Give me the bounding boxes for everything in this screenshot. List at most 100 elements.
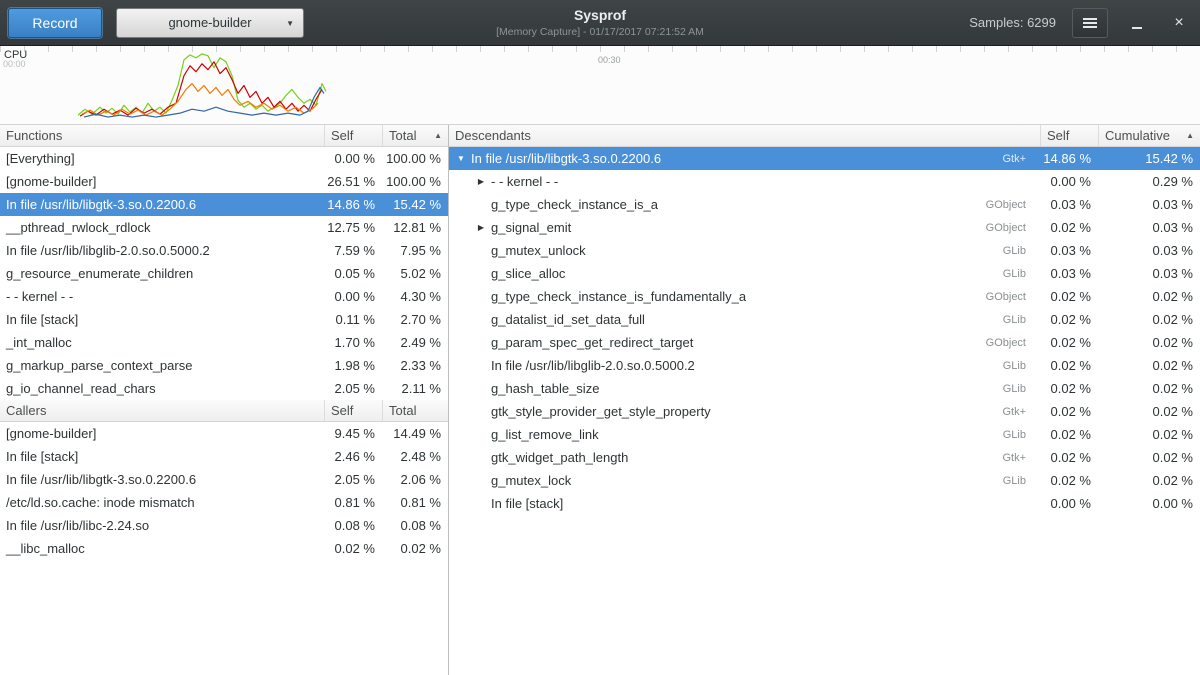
total-percent: 100.00 % bbox=[382, 151, 448, 166]
function-name: g_hash_table_size bbox=[489, 381, 1003, 396]
function-name: g_slice_alloc bbox=[489, 266, 1003, 281]
function-name: g_resource_enumerate_children bbox=[0, 266, 324, 281]
functions-column-headers: Functions Self Total ▲ bbox=[0, 125, 448, 147]
function-name: In file /usr/lib/libc-2.24.so bbox=[0, 518, 324, 533]
functions-self-column-header[interactable]: Self bbox=[324, 125, 382, 146]
table-row[interactable]: g_io_channel_read_chars2.05 %2.11 % bbox=[0, 377, 448, 400]
descendants-row[interactable]: g_type_check_instance_is_fundamentally_a… bbox=[449, 285, 1200, 308]
descendants-row[interactable]: ▶- - kernel - -0.00 %0.29 % bbox=[449, 170, 1200, 193]
close-button[interactable]: × bbox=[1166, 8, 1192, 38]
callers-list: [gnome-builder]9.45 %14.49 %In file [sta… bbox=[0, 422, 448, 560]
library-tag: Gtk+ bbox=[1002, 452, 1040, 464]
library-tag: GLib bbox=[1003, 429, 1040, 441]
self-percent: 0.11 % bbox=[324, 312, 382, 327]
self-percent: 26.51 % bbox=[324, 174, 382, 189]
record-button[interactable]: Record bbox=[8, 8, 102, 38]
total-percent: 14.49 % bbox=[382, 426, 448, 441]
hamburger-icon bbox=[1083, 18, 1097, 28]
page-title: Sysprof bbox=[574, 7, 626, 23]
self-percent: 0.02 % bbox=[1040, 289, 1098, 304]
descendants-row[interactable]: g_mutex_unlockGLib0.03 %0.03 % bbox=[449, 239, 1200, 262]
table-row[interactable]: __pthread_rwlock_rdlock12.75 %12.81 % bbox=[0, 216, 448, 239]
descendants-cumulative-column-header[interactable]: Cumulative ▲ bbox=[1098, 125, 1200, 146]
total-percent: 100.00 % bbox=[382, 174, 448, 189]
table-row[interactable]: __libc_malloc0.02 %0.02 % bbox=[0, 537, 448, 560]
descendants-column-header[interactable]: Descendants bbox=[449, 125, 1040, 146]
self-percent: 0.02 % bbox=[1040, 473, 1098, 488]
self-percent: 0.03 % bbox=[1040, 266, 1098, 281]
descendants-row[interactable]: g_mutex_lockGLib0.02 %0.02 % bbox=[449, 469, 1200, 492]
descendants-row[interactable]: g_datalist_id_set_data_fullGLib0.02 %0.0… bbox=[449, 308, 1200, 331]
function-name: [gnome-builder] bbox=[0, 174, 324, 189]
table-row[interactable]: [gnome-builder]9.45 %14.49 % bbox=[0, 422, 448, 445]
process-selector-label: gnome-builder bbox=[168, 15, 251, 30]
table-row[interactable]: _int_malloc1.70 %2.49 % bbox=[0, 331, 448, 354]
table-row[interactable]: In file /usr/lib/libgtk-3.so.0.2200.614.… bbox=[0, 193, 448, 216]
table-row[interactable]: In file [stack]0.11 %2.70 % bbox=[0, 308, 448, 331]
self-percent: 2.46 % bbox=[324, 449, 382, 464]
total-column-label: Total bbox=[389, 403, 416, 418]
table-row[interactable]: /etc/ld.so.cache: inode mismatch0.81 %0.… bbox=[0, 491, 448, 514]
table-row[interactable]: In file /usr/lib/libglib-2.0.so.0.5000.2… bbox=[0, 239, 448, 262]
self-percent: 0.03 % bbox=[1040, 197, 1098, 212]
sort-arrow-icon: ▲ bbox=[434, 131, 442, 140]
total-percent: 2.33 % bbox=[382, 358, 448, 373]
function-name: g_io_channel_read_chars bbox=[0, 381, 324, 396]
library-tag: Gtk+ bbox=[1002, 406, 1040, 418]
descendants-row[interactable]: ▼In file /usr/lib/libgtk-3.so.0.2200.6Gt… bbox=[449, 147, 1200, 170]
cpu-graph-area[interactable]: CPU 00:00 00:30 bbox=[0, 46, 1200, 125]
header-bar: Record gnome-builder ▼ Sysprof [Memory C… bbox=[0, 0, 1200, 46]
descendants-row[interactable]: g_hash_table_sizeGLib0.02 %0.02 % bbox=[449, 377, 1200, 400]
self-percent: 2.05 % bbox=[324, 381, 382, 396]
functions-column-header[interactable]: Functions bbox=[0, 125, 324, 146]
total-column-label: Total bbox=[389, 128, 416, 143]
table-row[interactable]: g_markup_parse_context_parse1.98 %2.33 % bbox=[0, 354, 448, 377]
callers-column-header[interactable]: Callers bbox=[0, 400, 324, 421]
descendants-row[interactable]: g_slice_allocGLib0.03 %0.03 % bbox=[449, 262, 1200, 285]
table-row[interactable]: [gnome-builder]26.51 %100.00 % bbox=[0, 170, 448, 193]
expander-closed-icon[interactable]: ▶ bbox=[473, 223, 489, 232]
descendants-row[interactable]: g_type_check_instance_is_aGObject0.03 %0… bbox=[449, 193, 1200, 216]
total-percent: 0.81 % bbox=[382, 495, 448, 510]
table-row[interactable]: In file [stack]2.46 %2.48 % bbox=[0, 445, 448, 468]
descendants-row[interactable]: gtk_widget_path_lengthGtk+0.02 %0.02 % bbox=[449, 446, 1200, 469]
table-row[interactable]: g_resource_enumerate_children0.05 %5.02 … bbox=[0, 262, 448, 285]
total-percent: 0.08 % bbox=[382, 518, 448, 533]
cumulative-percent: 0.03 % bbox=[1098, 197, 1200, 212]
cumulative-percent: 15.42 % bbox=[1098, 151, 1200, 166]
descendants-row[interactable]: g_param_spec_get_redirect_targetGObject0… bbox=[449, 331, 1200, 354]
expander-open-icon[interactable]: ▼ bbox=[453, 154, 469, 163]
callers-total-column-header[interactable]: Total bbox=[382, 400, 448, 421]
table-row[interactable]: [Everything]0.00 %100.00 % bbox=[0, 147, 448, 170]
descendants-row[interactable]: g_list_remove_linkGLib0.02 %0.02 % bbox=[449, 423, 1200, 446]
descendants-column-headers: Descendants Self Cumulative ▲ bbox=[449, 125, 1200, 147]
descendants-self-column-header[interactable]: Self bbox=[1040, 125, 1098, 146]
function-name: g_mutex_lock bbox=[489, 473, 1003, 488]
descendants-row[interactable]: In file [stack]0.00 %0.00 % bbox=[449, 492, 1200, 515]
table-row[interactable]: - - kernel - -0.00 %4.30 % bbox=[0, 285, 448, 308]
library-tag: Gtk+ bbox=[1002, 153, 1040, 165]
minimize-button[interactable] bbox=[1124, 8, 1150, 38]
cumulative-percent: 0.02 % bbox=[1098, 381, 1200, 396]
descendants-row[interactable]: ▶g_signal_emitGObject0.02 %0.03 % bbox=[449, 216, 1200, 239]
self-percent: 0.02 % bbox=[1040, 427, 1098, 442]
table-row[interactable]: In file /usr/lib/libc-2.24.so0.08 %0.08 … bbox=[0, 514, 448, 537]
self-percent: 0.02 % bbox=[1040, 381, 1098, 396]
self-percent: 0.00 % bbox=[1040, 174, 1098, 189]
menu-button[interactable] bbox=[1072, 8, 1108, 38]
total-percent: 2.48 % bbox=[382, 449, 448, 464]
library-tag: GObject bbox=[986, 199, 1040, 211]
cumulative-percent: 0.03 % bbox=[1098, 220, 1200, 235]
table-row[interactable]: In file /usr/lib/libgtk-3.so.0.2200.62.0… bbox=[0, 468, 448, 491]
functions-total-column-header[interactable]: Total ▲ bbox=[382, 125, 448, 146]
process-selector-dropdown[interactable]: gnome-builder ▼ bbox=[116, 8, 304, 38]
function-name: g_param_spec_get_redirect_target bbox=[489, 335, 986, 350]
total-percent: 2.49 % bbox=[382, 335, 448, 350]
function-name: In file /usr/lib/libgtk-3.so.0.2200.6 bbox=[0, 197, 324, 212]
function-name: In file /usr/lib/libglib-2.0.so.0.5000.2 bbox=[489, 358, 1003, 373]
callers-self-column-header[interactable]: Self bbox=[324, 400, 382, 421]
expander-closed-icon[interactable]: ▶ bbox=[473, 177, 489, 186]
functions-list: [Everything]0.00 %100.00 %[gnome-builder… bbox=[0, 147, 448, 400]
descendants-row[interactable]: gtk_style_provider_get_style_propertyGtk… bbox=[449, 400, 1200, 423]
descendants-row[interactable]: In file /usr/lib/libglib-2.0.so.0.5000.2… bbox=[449, 354, 1200, 377]
